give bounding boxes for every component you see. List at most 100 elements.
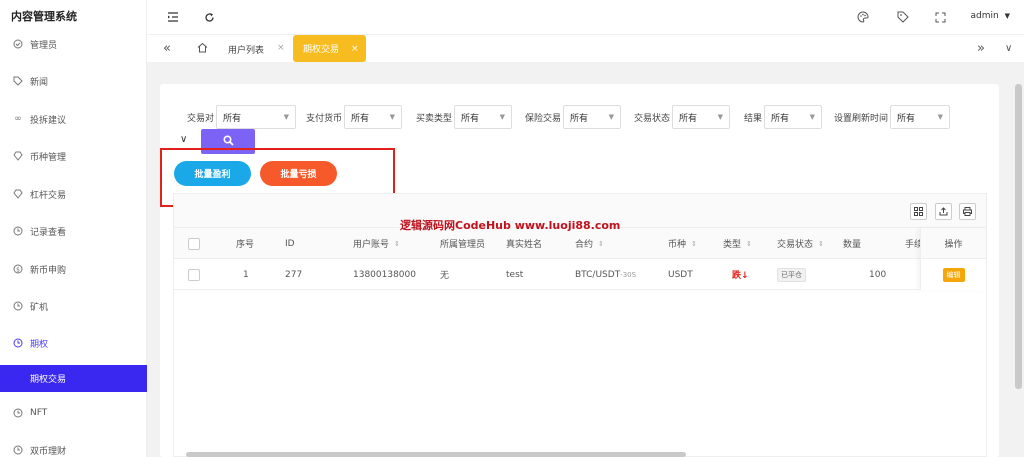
caret-down-icon: ▼ bbox=[499, 113, 506, 121]
watermark-text: 逻辑源码网CodeHub www.luoji88.com bbox=[400, 219, 621, 232]
user-menu[interactable]: admin ▼ bbox=[971, 11, 1010, 21]
clock-icon bbox=[13, 301, 23, 311]
sidebar-item-options-trading[interactable]: 期权交易 bbox=[0, 365, 147, 392]
row-checkbox[interactable] bbox=[188, 259, 200, 290]
sidebar-item-dual-currency[interactable]: 双币理财 bbox=[0, 435, 147, 457]
ops-column: 操作 编辑 bbox=[920, 228, 986, 290]
tab-options-trading[interactable]: 期权交易 × bbox=[293, 35, 366, 62]
col-header: 数量 bbox=[843, 240, 862, 250]
table-row[interactable]: 1 277 13800138000 无 test BTC/USDT -30S US… bbox=[174, 259, 986, 290]
close-icon[interactable]: × bbox=[277, 43, 285, 53]
filter-label: 设置刷新时间 bbox=[834, 113, 889, 124]
sidebar-item-label: 双币理财 bbox=[30, 446, 67, 457]
sidebar-item-label: 期权 bbox=[30, 339, 49, 350]
refresh-time-select[interactable]: 所有 ▼ bbox=[890, 105, 951, 129]
link-icon: ∞ bbox=[14, 114, 22, 124]
ops-cell: 编辑 bbox=[921, 259, 986, 290]
cell-type: 跌↓ bbox=[732, 271, 749, 281]
sidebar-item-label: 新币申购 bbox=[30, 265, 67, 276]
sidebar-item-miner[interactable]: 矿机 bbox=[0, 291, 147, 321]
tag-icon bbox=[13, 76, 23, 86]
caret-down-icon: ▼ bbox=[608, 113, 615, 121]
sidebar-item-label: 期权交易 bbox=[30, 375, 67, 385]
tab-user-list[interactable]: 用户列表 bbox=[228, 43, 264, 56]
filter-refresh-time: 设置刷新时间 所有 ▼ bbox=[834, 105, 951, 129]
sidebar-item-label: NFT bbox=[30, 408, 48, 418]
sidebar-item-admins[interactable]: 管理员 bbox=[0, 29, 147, 59]
sidebar-item-label: 新闻 bbox=[30, 77, 49, 88]
sort-icon: ⇕ bbox=[818, 239, 824, 248]
theme-palette-icon[interactable] bbox=[856, 10, 870, 24]
sidebar-item-news[interactable]: 新闻 bbox=[0, 66, 147, 96]
shield-icon bbox=[13, 39, 23, 49]
columns-icon[interactable] bbox=[910, 203, 927, 220]
coin-icon: $ bbox=[13, 264, 23, 274]
col-header-sortable[interactable]: 用户账号 ⇕ bbox=[353, 228, 400, 259]
print-icon[interactable] bbox=[959, 203, 976, 220]
pay-currency-select[interactable]: 所有 ▼ bbox=[344, 105, 403, 129]
close-icon[interactable]: × bbox=[351, 44, 359, 54]
sidebar-item-leverage[interactable]: 杠杆交易 bbox=[0, 179, 147, 209]
col-header: 序号 bbox=[236, 240, 255, 250]
export-icon[interactable] bbox=[935, 203, 952, 220]
sidebar-item-options[interactable]: 期权 bbox=[0, 328, 147, 358]
col-header-sortable[interactable]: 币种 ⇕ bbox=[668, 228, 697, 259]
caret-down-icon: ▼ bbox=[717, 113, 724, 121]
filter-trade-status: 交易状态 所有 ▼ bbox=[634, 105, 731, 129]
cell-admin: 无 bbox=[440, 271, 450, 281]
tabs-scroll-left-icon[interactable]: « bbox=[163, 41, 171, 56]
cell-account: 13800138000 bbox=[353, 269, 416, 280]
cell-index: 1 bbox=[243, 269, 249, 280]
chevron-down-icon: ▼ bbox=[1004, 12, 1010, 20]
filter-insurance: 保险交易 所有 ▼ bbox=[525, 105, 622, 129]
sort-icon: ⇕ bbox=[394, 239, 400, 248]
filter-pay-currency: 支付货币 所有 ▼ bbox=[306, 105, 403, 129]
tabs-scroll-right-icon[interactable]: » bbox=[977, 41, 985, 56]
home-icon[interactable] bbox=[197, 42, 208, 56]
diamond-icon bbox=[13, 151, 23, 161]
sidebar-item-nft[interactable]: NFT bbox=[0, 398, 147, 428]
clock-icon bbox=[13, 226, 23, 236]
fullscreen-icon[interactable] bbox=[933, 10, 947, 24]
diamond-icon bbox=[13, 189, 23, 199]
filter-label: 买卖类型 bbox=[416, 113, 453, 124]
trade-type-select[interactable]: 所有 ▼ bbox=[454, 105, 513, 129]
col-header-ops: 操作 bbox=[921, 228, 986, 259]
trade-status-select[interactable]: 所有 ▼ bbox=[672, 105, 731, 129]
refresh-icon[interactable] bbox=[202, 10, 216, 24]
status-badge: 已平仓 bbox=[777, 267, 806, 282]
tab-label: 期权交易 bbox=[303, 45, 340, 55]
sidebar-item-label: 投拆建议 bbox=[30, 115, 67, 126]
filter-trade-type: 买卖类型 所有 ▼ bbox=[416, 105, 513, 129]
clock-icon bbox=[13, 445, 23, 455]
sidebar-item-records[interactable]: 记录查看 bbox=[0, 216, 147, 246]
chevron-down-icon[interactable]: ∨ bbox=[1005, 43, 1012, 54]
username: admin bbox=[970, 11, 999, 21]
edit-button[interactable]: 编辑 bbox=[942, 267, 965, 282]
horizontal-scrollbar[interactable] bbox=[186, 452, 686, 457]
vertical-scrollbar[interactable] bbox=[1015, 84, 1022, 389]
select-all-checkbox[interactable] bbox=[188, 228, 200, 259]
menu-fold-icon[interactable] bbox=[166, 10, 180, 24]
insurance-select[interactable]: 所有 ▼ bbox=[563, 105, 622, 129]
pair-select[interactable]: 所有 ▼ bbox=[216, 105, 297, 129]
sidebar-item-suggestions[interactable]: ∞ 投拆建议 bbox=[0, 104, 147, 134]
top-bar: admin ▼ bbox=[147, 0, 1024, 34]
cell-id: 277 bbox=[285, 269, 303, 280]
result-select[interactable]: 所有 ▼ bbox=[764, 105, 823, 129]
sidebar-item-ipo[interactable]: $ 新币申购 bbox=[0, 254, 147, 284]
clock-icon bbox=[13, 338, 23, 348]
cell-status: 已平仓 bbox=[777, 259, 806, 290]
filter-label: 交易对 bbox=[187, 113, 215, 124]
filter-pair: 交易对 所有 ▼ bbox=[187, 105, 297, 129]
col-header-sortable[interactable]: 交易状态 ⇕ bbox=[777, 228, 824, 259]
cell-amount: 100 bbox=[869, 269, 887, 280]
tag-icon[interactable] bbox=[896, 10, 910, 24]
svg-text:$: $ bbox=[16, 267, 20, 274]
chevron-down-icon[interactable]: ∨ bbox=[180, 134, 187, 145]
filter-label: 支付货币 bbox=[306, 113, 343, 124]
sort-icon: ⇕ bbox=[691, 239, 697, 248]
sidebar-item-label: 记录查看 bbox=[30, 227, 67, 238]
col-header-sortable[interactable]: 类型 ⇕ bbox=[723, 228, 752, 259]
sidebar-item-currency[interactable]: 币种管理 bbox=[0, 141, 147, 171]
